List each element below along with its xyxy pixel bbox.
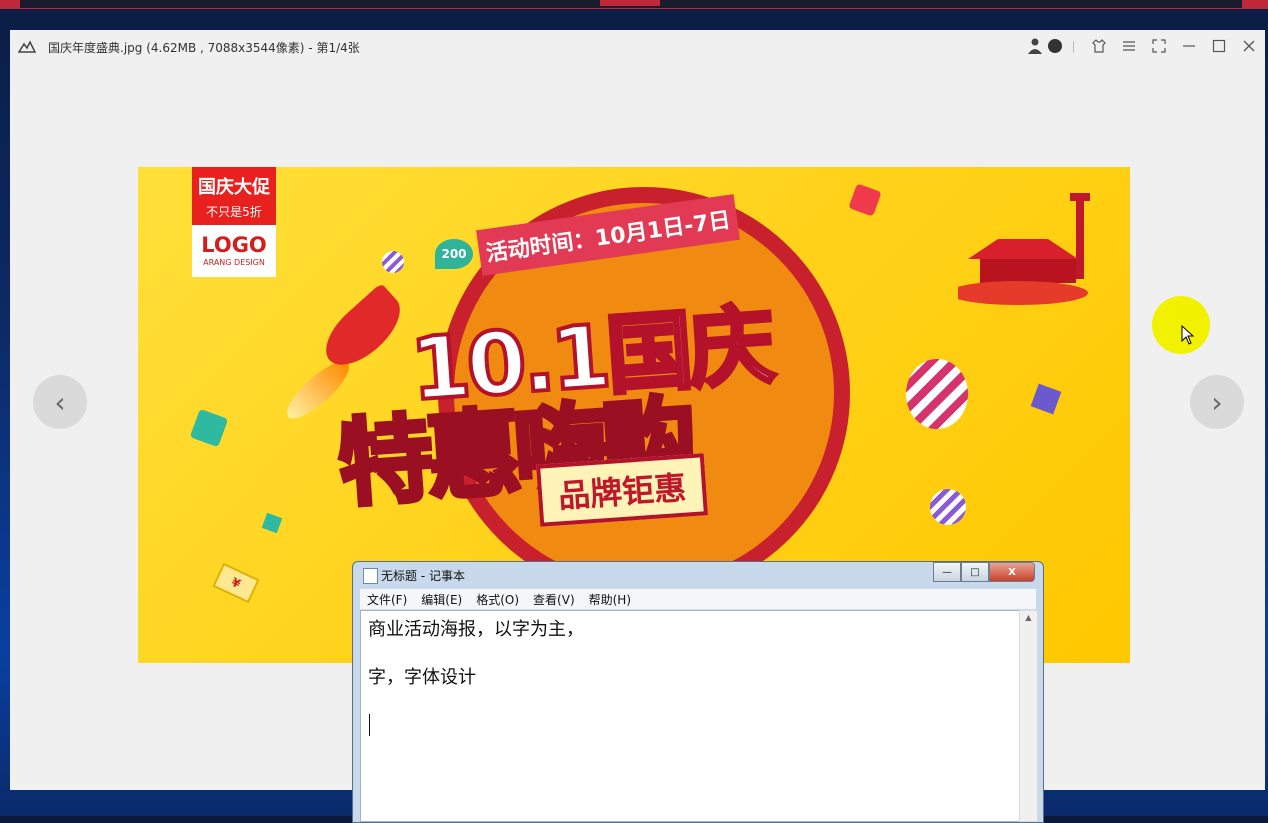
mouse-cursor-icon <box>1181 325 1195 345</box>
logo-small-text: ARANG DESIGN <box>203 258 265 267</box>
top-accent-right <box>1242 0 1268 8</box>
notepad-window: 无标题 - 记事本 — □ X 文件(F) 编辑(E) 格式(O) 查看(V) … <box>352 561 1044 823</box>
menu-view[interactable]: 查看(V) <box>526 591 582 608</box>
close-icon[interactable] <box>1241 38 1257 54</box>
top-accent-left <box>0 0 20 8</box>
striped-ball-small <box>382 251 404 273</box>
fullscreen-icon[interactable] <box>1151 38 1167 54</box>
menu-file[interactable]: 文件(F) <box>360 591 414 608</box>
title-separator <box>1073 41 1074 53</box>
purple-cube <box>1030 383 1062 415</box>
scroll-up-icon[interactable]: ▲ <box>1020 613 1037 622</box>
menu-edit[interactable]: 编辑(E) <box>414 591 469 608</box>
shield-icon[interactable] <box>1048 39 1062 53</box>
teal-cube-small <box>261 512 283 534</box>
teal-cube-large <box>189 408 229 448</box>
notepad-minimize-button[interactable]: — <box>933 562 961 582</box>
desktop-top-bar <box>0 0 1268 9</box>
notepad-menubar: 文件(F) 编辑(E) 格式(O) 查看(V) 帮助(H) <box>360 589 1036 610</box>
maximize-icon[interactable] <box>1211 38 1227 54</box>
notepad-line-3: 字，字体设计 <box>368 667 476 688</box>
menu-format[interactable]: 格式(O) <box>469 591 526 608</box>
notepad-scrollbar[interactable]: ▲ <box>1019 610 1038 822</box>
logo-title: 国庆大促 <box>198 177 270 198</box>
notepad-line-1: 商业活动海报，以字为主， <box>368 619 584 640</box>
text-caret <box>369 714 370 736</box>
coin-icon: ¥ <box>212 562 260 604</box>
logo-text: LOGO <box>201 233 267 257</box>
logo-subtitle: 不只是5折 <box>206 205 262 219</box>
viewer-title-bar: 国庆年度盛典.jpg (4.62MB , 7088x3544像素) - 第1/4… <box>10 30 1265 64</box>
menu-help[interactable]: 帮助(H) <box>582 591 638 608</box>
chevron-right-icon: › <box>1211 385 1223 419</box>
notepad-text-area[interactable]: 商业活动海报，以字为主， 字，字体设计 <box>360 610 1020 822</box>
top-accent-center <box>600 0 660 6</box>
notepad-window-controls: — □ X <box>933 562 1035 582</box>
app-logo-icon <box>18 40 36 53</box>
notepad-close-button[interactable]: X <box>989 562 1035 582</box>
striped-ball-large <box>930 489 966 525</box>
chevron-left-icon: ‹ <box>54 385 66 419</box>
hot-air-balloon <box>906 359 968 429</box>
notepad-title: 无标题 - 记事本 <box>381 569 465 583</box>
menu-icon[interactable] <box>1121 38 1137 54</box>
minimize-icon[interactable] <box>1181 38 1197 54</box>
avatar-icon[interactable] <box>1028 38 1042 54</box>
shirt-icon[interactable] <box>1091 38 1107 54</box>
next-image-button[interactable]: › <box>1190 375 1244 429</box>
prev-image-button[interactable]: ‹ <box>33 375 87 429</box>
viewer-title: 国庆年度盛典.jpg (4.62MB , 7088x3544像素) - 第1/4… <box>48 41 360 55</box>
rocket-icon <box>314 282 412 378</box>
headline-brand-deal: 品牌钜惠 <box>536 453 708 527</box>
poster-logo: 国庆大促 不只是5折 LOGO ARANG DESIGN <box>192 167 276 277</box>
notepad-maximize-button[interactable]: □ <box>961 562 989 582</box>
red-cube <box>848 183 882 217</box>
tiananmen-illustration <box>958 193 1090 305</box>
notepad-icon <box>363 568 378 584</box>
badge-200: 200 <box>435 239 473 269</box>
